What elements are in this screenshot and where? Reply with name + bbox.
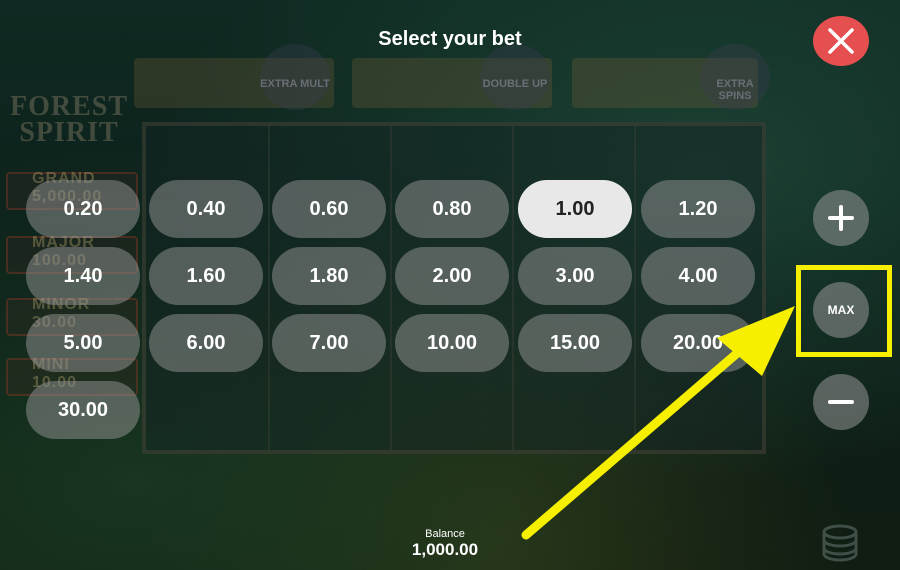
balance-label: Balance xyxy=(425,528,465,540)
bet-option-button[interactable]: 1.80 xyxy=(272,247,386,305)
bet-option-button[interactable]: 3.00 xyxy=(518,247,632,305)
bet-option-button[interactable]: 15.00 xyxy=(518,314,632,372)
feature-badge-extra-mult: EXTRA MULT xyxy=(260,44,330,110)
bet-option-button[interactable]: 20.00 xyxy=(641,314,755,372)
bet-option-button[interactable]: 1.40 xyxy=(26,247,140,305)
minus-icon xyxy=(828,400,854,404)
decrease-bet-button[interactable] xyxy=(813,374,869,430)
reel-divider xyxy=(634,126,636,450)
bet-option-button[interactable]: 30.00 xyxy=(26,381,140,439)
increase-bet-button[interactable] xyxy=(813,190,869,246)
feature-label: DOUBLE UP xyxy=(482,78,548,90)
game-logo: FOREST SPIRIT xyxy=(4,93,134,148)
bet-option-button[interactable]: 1.60 xyxy=(149,247,263,305)
bet-option-button[interactable]: 1.00 xyxy=(518,180,632,238)
reel-divider xyxy=(512,126,514,450)
logo-line-2: SPIRIT xyxy=(19,117,119,148)
close-icon xyxy=(828,28,854,54)
bet-option-button[interactable]: 7.00 xyxy=(272,314,386,372)
balance-value: 1,000.00 xyxy=(411,540,479,559)
reel-divider xyxy=(390,126,392,450)
bet-option-button[interactable]: 6.00 xyxy=(149,314,263,372)
feature-label: EXTRA SPINS xyxy=(716,78,754,102)
bet-option-button[interactable]: 0.20 xyxy=(26,180,140,238)
bet-option-button[interactable]: 4.00 xyxy=(641,247,755,305)
bet-option-button[interactable]: 10.00 xyxy=(395,314,509,372)
plus-icon xyxy=(828,205,854,231)
bet-option-button[interactable]: 5.00 xyxy=(26,314,140,372)
feature-badge-extra-spins: EXTRA SPINS xyxy=(700,44,770,110)
bet-option-button[interactable]: 2.00 xyxy=(395,247,509,305)
close-button[interactable] xyxy=(813,16,869,66)
bet-option-button[interactable]: 0.60 xyxy=(272,180,386,238)
bet-selection-title: Select your bet xyxy=(378,28,522,50)
bet-option-button[interactable]: 0.40 xyxy=(149,180,263,238)
bet-option-button[interactable]: 0.80 xyxy=(395,180,509,238)
reel-divider xyxy=(268,126,270,450)
feature-badge-double-up: DOUBLE UP xyxy=(480,44,550,110)
feature-label: EXTRA MULT xyxy=(260,78,330,90)
bet-option-button[interactable]: 1.20 xyxy=(641,180,755,238)
max-button-highlight xyxy=(796,265,892,357)
